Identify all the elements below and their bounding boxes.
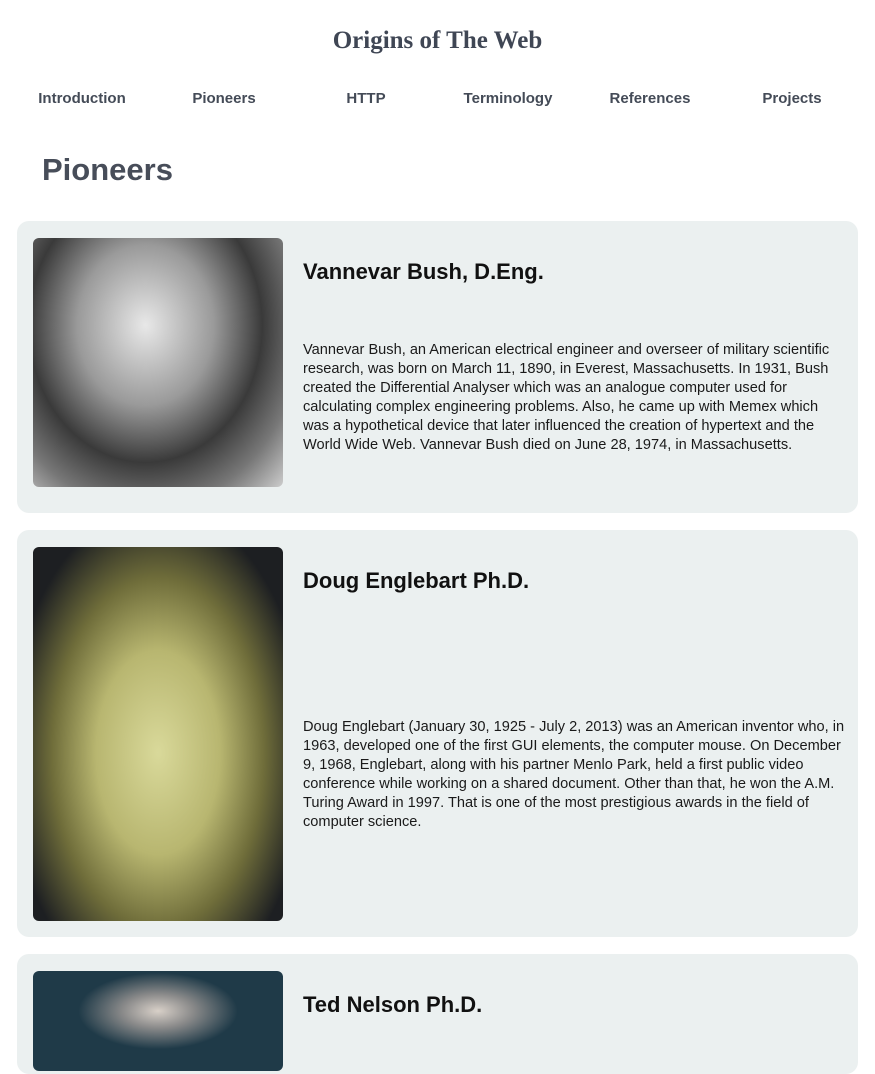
- pioneer-card: Vannevar Bush, D.Eng. Vannevar Bush, an …: [17, 221, 858, 513]
- main-nav: Introduction Pioneers HTTP Terminology R…: [11, 90, 863, 107]
- pioneer-card: Ted Nelson Ph.D.: [17, 954, 858, 1074]
- nav-references[interactable]: References: [579, 90, 721, 107]
- pioneer-bio: Vannevar Bush, an American electrical en…: [303, 342, 830, 453]
- nav-pioneers[interactable]: Pioneers: [153, 90, 295, 107]
- pioneer-photo: [33, 547, 283, 921]
- page-heading: Pioneers: [42, 152, 173, 187]
- nav-terminology[interactable]: Terminology: [437, 90, 579, 107]
- pioneer-bio: Doug Englebart (January 30, 1925 - July …: [303, 719, 845, 830]
- pioneer-name: Doug Englebart Ph.D.: [303, 568, 530, 593]
- pioneer-photo: [33, 971, 283, 1071]
- nav-http[interactable]: HTTP: [295, 90, 437, 107]
- pioneer-name: Ted Nelson Ph.D.: [303, 992, 483, 1017]
- nav-projects[interactable]: Projects: [721, 90, 863, 107]
- pioneer-photo: [33, 238, 283, 487]
- site-title: Origins of The Web: [332, 27, 543, 54]
- nav-introduction[interactable]: Introduction: [11, 90, 153, 107]
- pioneer-card: Doug Englebart Ph.D. Doug Englebart (Jan…: [17, 530, 858, 937]
- pioneer-name: Vannevar Bush, D.Eng.: [303, 259, 544, 284]
